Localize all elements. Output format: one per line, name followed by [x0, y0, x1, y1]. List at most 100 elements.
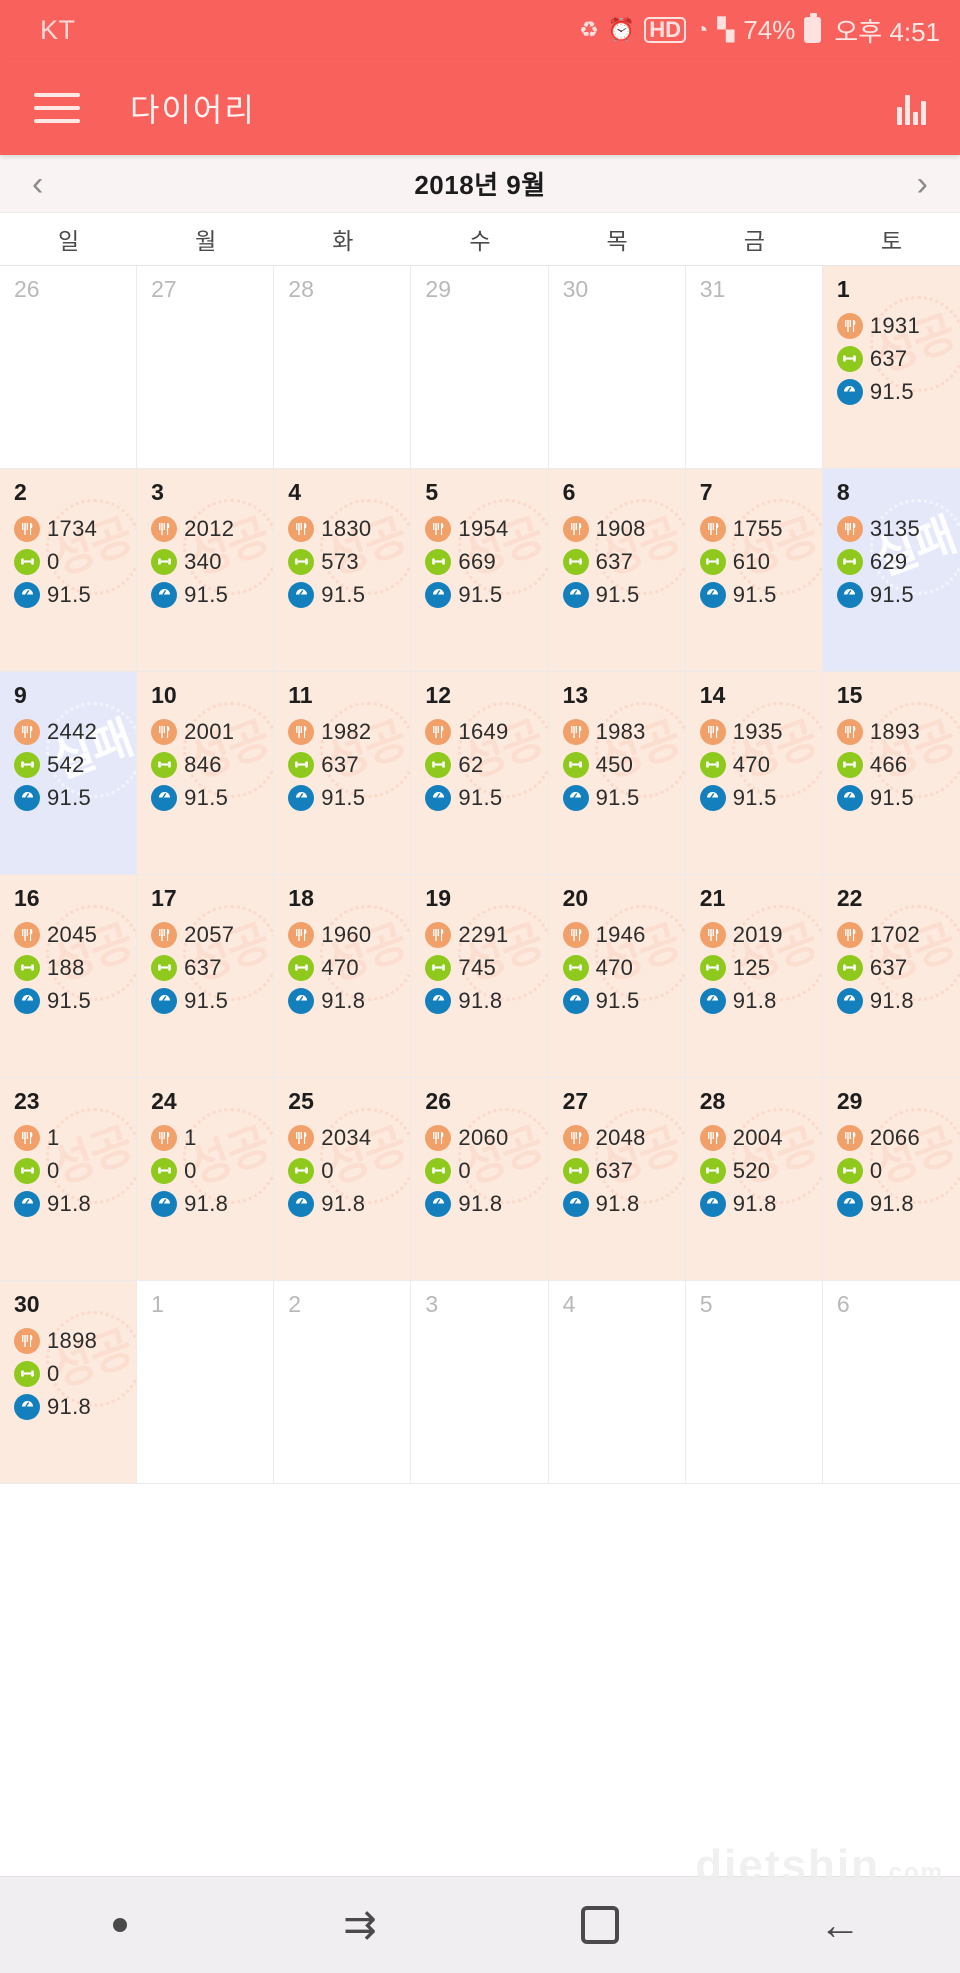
- calendar-day-cell[interactable]: 성공 12 1649 62 91.5: [411, 672, 549, 875]
- scale-icon: [425, 1190, 452, 1217]
- hamburger-icon[interactable]: [34, 92, 80, 123]
- scale-icon: [14, 581, 40, 608]
- food-calories-value: 2004: [732, 1124, 783, 1150]
- calendar-day-cell[interactable]: 31: [685, 266, 823, 469]
- exercise-calories-value: 573: [321, 548, 359, 574]
- calendar-day-cell[interactable]: 성공 25 2034 0 91.8: [274, 1078, 412, 1281]
- calendar-day-cell[interactable]: 성공 30 1898 0 91.8: [0, 1281, 138, 1484]
- metric-row-weight: 91.5: [562, 984, 685, 1017]
- calendar-day-cell[interactable]: 성공 26 2060 0 91.8: [411, 1078, 549, 1281]
- day-metrics: 1946 470 91.5: [562, 918, 685, 1017]
- calendar-day-cell[interactable]: 26: [0, 266, 138, 469]
- calendar-day-cell[interactable]: 5: [685, 1281, 823, 1484]
- scale-icon: [562, 581, 589, 608]
- calendar-day-cell[interactable]: 성공 18 1960 470 91.8: [274, 875, 412, 1078]
- weight-value: 91.5: [321, 784, 366, 810]
- calendar-day-cell[interactable]: 실패 8 3135 629 91.5: [822, 469, 960, 672]
- calendar-day-cell[interactable]: 28: [274, 266, 412, 469]
- page-title: 다이어리: [130, 91, 256, 128]
- metric-row-weight: 91.5: [14, 578, 136, 611]
- calendar-day-cell[interactable]: 성공 10 2001 846 91.5: [137, 672, 275, 875]
- food-calories-value: 1755: [732, 515, 783, 541]
- calendar-day-cell[interactable]: 성공 24 1 0 91.8: [137, 1078, 275, 1281]
- calendar-day-cell[interactable]: 6: [822, 1281, 960, 1484]
- calendar-day-cell[interactable]: 1: [137, 1281, 275, 1484]
- calendar-day-cell[interactable]: 3: [411, 1281, 549, 1484]
- metric-row-food: 1734: [14, 512, 136, 545]
- calendar-day-cell[interactable]: 성공 1 1931 637 91.5: [822, 266, 960, 469]
- metric-row-weight: 91.8: [699, 1187, 822, 1220]
- calendar-day-cell[interactable]: 4: [548, 1281, 686, 1484]
- status-bar: KT ♻ ⏰ HD ◔ ▚ 74% 오후 4:51: [0, 0, 960, 60]
- calendar-day-cell[interactable]: 성공 20 1946 470 91.5: [548, 875, 686, 1078]
- calendar-day-cell[interactable]: 성공 7 1755 610 91.5: [685, 469, 823, 672]
- calendar-day-cell[interactable]: 성공 22 1702 637 91.8: [822, 875, 960, 1078]
- day-number: 5: [425, 479, 439, 505]
- exercise-calories-value: 637: [184, 954, 222, 980]
- calendar-day-cell[interactable]: 성공 23 1 0 91.8: [0, 1078, 138, 1281]
- metric-row-exercise: 629: [836, 545, 960, 578]
- exercise-calories-value: 0: [47, 548, 60, 574]
- metric-row-weight: 91.8: [836, 984, 960, 1017]
- metric-row-exercise: 573: [288, 545, 410, 578]
- calendar-day-cell[interactable]: 성공 28 2004 520 91.8: [685, 1078, 823, 1281]
- day-metrics: 1908 637 91.5: [562, 512, 685, 611]
- weight-value: 91.8: [869, 1190, 914, 1216]
- food-calories-value: 2019: [732, 921, 783, 947]
- day-number: 2: [14, 479, 27, 505]
- metric-row-food: 1893: [836, 715, 960, 748]
- day-metrics: 1734 0 91.5: [14, 512, 136, 611]
- calendar-day-cell[interactable]: 성공 5 1954 669 91.5: [411, 469, 549, 672]
- metric-row-exercise: 542: [14, 748, 136, 781]
- metric-row-food: 1908: [562, 512, 685, 545]
- metric-row-weight: 91.8: [699, 984, 822, 1017]
- calendar-day-cell[interactable]: 성공 27 2048 637 91.8: [548, 1078, 686, 1281]
- calendar-day-cell[interactable]: 성공 13 1983 450 91.5: [548, 672, 686, 875]
- calendar-day-cell[interactable]: 2: [274, 1281, 412, 1484]
- next-month-button[interactable]: ›: [911, 167, 934, 201]
- day-number: 13: [562, 682, 589, 708]
- food-calories-value: 2060: [458, 1124, 509, 1150]
- calendar-day-cell[interactable]: 성공 17 2057 637 91.5: [137, 875, 275, 1078]
- calendar-day-cell[interactable]: 실패 9 2442 542 91.5: [0, 672, 138, 875]
- dumbbell-icon: [562, 751, 589, 778]
- day-metrics: 1954 669 91.5: [425, 512, 547, 611]
- exercise-calories-value: 846: [184, 751, 222, 777]
- weight-value: 91.5: [321, 581, 366, 607]
- calendar-day-cell[interactable]: 29: [411, 266, 549, 469]
- metric-row-food: 1954: [425, 512, 547, 545]
- food-icon: [14, 921, 40, 948]
- bar-chart-icon[interactable]: [897, 91, 926, 125]
- calendar-day-cell[interactable]: 성공 15 1893 466 91.5: [822, 672, 960, 875]
- dumbbell-icon: [836, 954, 863, 981]
- metric-row-food: 1898: [14, 1324, 136, 1357]
- calendar-day-cell[interactable]: 성공 2 1734 0 91.5: [0, 469, 138, 672]
- day-number: 15: [836, 682, 863, 708]
- metric-row-exercise: 637: [562, 1154, 685, 1187]
- scale-icon: [836, 378, 863, 405]
- food-icon: [425, 718, 452, 745]
- calendar-day-cell[interactable]: 성공 29 2066 0 91.8: [822, 1078, 960, 1281]
- weight-value: 91.5: [47, 784, 92, 810]
- scale-icon: [836, 784, 863, 811]
- calendar-day-cell[interactable]: 성공 19 2291 745 91.8: [411, 875, 549, 1078]
- prev-month-button[interactable]: ‹: [26, 167, 49, 201]
- calendar-day-cell[interactable]: 27: [137, 266, 275, 469]
- calendar-day-cell[interactable]: 성공 4 1830 573 91.5: [274, 469, 412, 672]
- calendar-day-cell[interactable]: 성공 14 1935 470 91.5: [685, 672, 823, 875]
- food-calories-value: 2048: [595, 1124, 646, 1150]
- recents-button[interactable]: ⇉: [240, 1905, 480, 1945]
- calendar-day-cell[interactable]: 성공 6 1908 637 91.5: [548, 469, 686, 672]
- metric-row-food: 1: [14, 1121, 136, 1154]
- day-number: 28: [288, 276, 314, 302]
- back-button[interactable]: ←: [720, 1904, 960, 1946]
- day-metrics: 2019 125 91.8: [699, 918, 822, 1017]
- calendar-day-cell[interactable]: 성공 21 2019 125 91.8: [685, 875, 823, 1078]
- calendar-day-cell[interactable]: 30: [548, 266, 686, 469]
- calendar-day-cell[interactable]: 성공 16 2045 188 91.5: [0, 875, 138, 1078]
- food-icon: [562, 718, 589, 745]
- calendar-day-cell[interactable]: 성공 11 1982 637 91.5: [274, 672, 412, 875]
- weight-value: 91.8: [458, 987, 503, 1013]
- calendar-day-cell[interactable]: 성공 3 2012 340 91.5: [137, 469, 275, 672]
- home-button[interactable]: [480, 1906, 720, 1944]
